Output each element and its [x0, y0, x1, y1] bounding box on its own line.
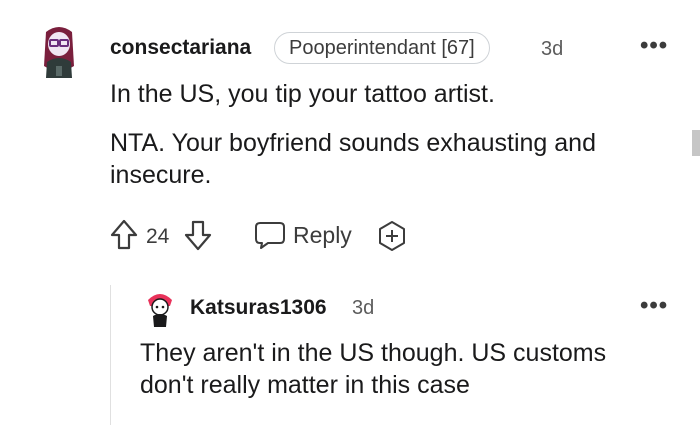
more-options-icon[interactable]: ••• [640, 32, 668, 60]
scrollbar-thumb[interactable] [692, 130, 700, 156]
reply-button[interactable]: Reply [293, 222, 352, 249]
comment-body-line: insecure. [110, 161, 212, 189]
upvote-icon[interactable] [110, 219, 138, 251]
avatar[interactable] [38, 22, 80, 80]
reply-timestamp: 3d [352, 297, 375, 319]
reply-avatar[interactable] [144, 290, 176, 328]
reply-more-options-icon[interactable]: ••• [640, 292, 668, 320]
reply-body-line: They aren't in the US though. US customs [140, 339, 607, 367]
thread-line[interactable] [110, 285, 111, 425]
reply-body-line: don't really matter in this case [140, 371, 470, 399]
comment-timestamp: 3d [541, 38, 564, 60]
comment-username[interactable]: consectariana [110, 36, 251, 60]
reply-username[interactable]: Katsuras1306 [190, 296, 327, 320]
reply-icon[interactable] [254, 220, 286, 250]
comment-body-line: In the US, you tip your tattoo artist. [110, 80, 495, 108]
comment-body-line: NTA. Your boyfriend sounds exhausting an… [110, 129, 596, 157]
user-flair: Pooperintendant [67] [274, 32, 490, 64]
downvote-icon[interactable] [184, 219, 212, 251]
award-icon[interactable] [376, 220, 408, 252]
vote-count: 24 [146, 225, 170, 248]
